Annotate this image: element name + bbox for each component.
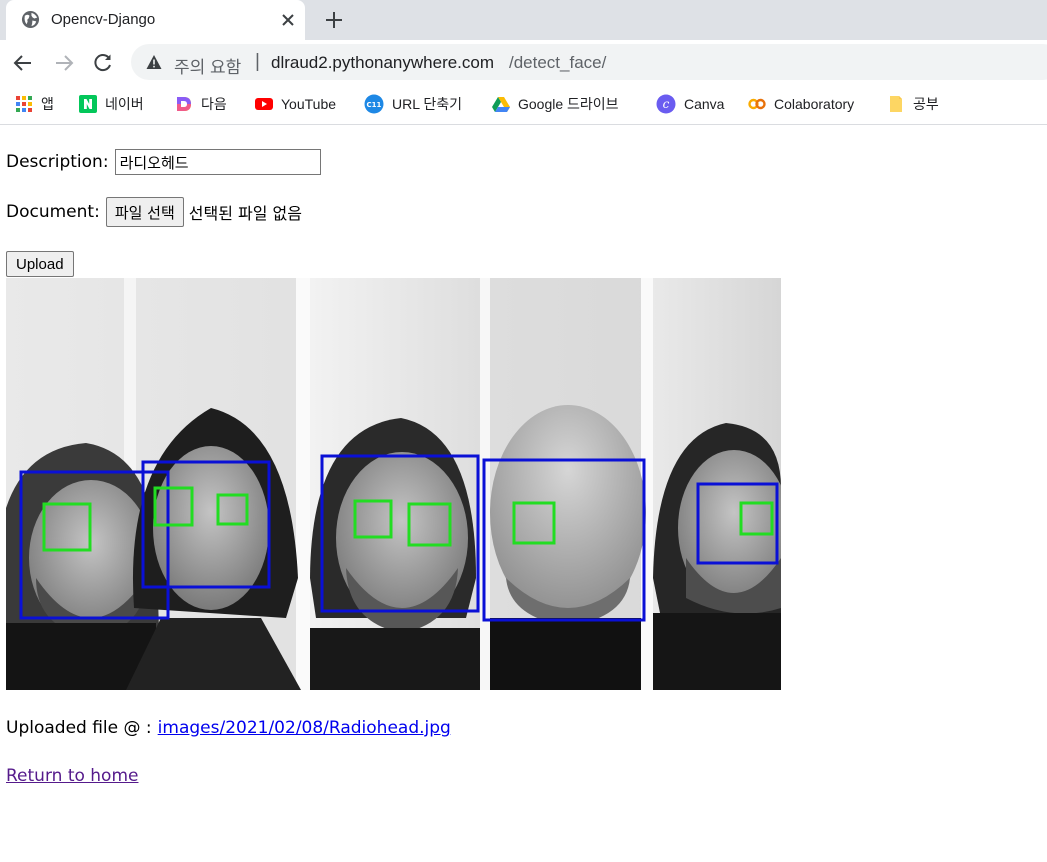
description-input[interactable] <box>114 149 321 175</box>
bookmark-label: YouTube <box>281 96 337 112</box>
bookmark-label: Google 드라이브 <box>518 96 619 112</box>
document-row: Document: 파일 선택 선택된 파일 없음 <box>6 197 302 227</box>
return-home-link[interactable]: Return to home <box>6 766 138 786</box>
daum-icon <box>177 97 191 111</box>
home-row: Return to home <box>6 766 138 786</box>
bookmark-folder-study[interactable]: 공부 <box>887 92 939 116</box>
svg-text:c: c <box>663 97 670 111</box>
bookmark-colaboratory[interactable]: Colaboratory <box>748 92 854 116</box>
bookmark-label: Colaboratory <box>774 96 855 112</box>
tab-title: Opencv-Django <box>51 11 156 28</box>
choose-file-button[interactable]: 파일 선택 <box>105 197 184 227</box>
url-separator: | <box>255 51 260 72</box>
url-host: dlraud2.pythonanywhere.com <box>271 53 495 72</box>
warning-icon[interactable] <box>146 54 162 70</box>
face-detection-image <box>6 278 781 690</box>
canva-icon: c <box>656 94 676 114</box>
bookmarks-bar: 앱 네이버 다음 YouTube C11 URL 단축기 Google 드라이브… <box>0 86 1047 125</box>
bookmark-daum[interactable]: 다음 <box>175 92 227 116</box>
upload-button[interactable]: Upload <box>6 251 74 277</box>
document-label: Document: <box>6 202 100 222</box>
bookmark-label: 앱 <box>41 96 54 112</box>
bookmark-label: URL 단축기 <box>392 96 463 112</box>
file-status-text: 선택된 파일 없음 <box>188 204 302 223</box>
description-label: Description: <box>6 152 109 172</box>
active-tab[interactable]: Opencv-Django <box>6 0 305 40</box>
youtube-icon <box>255 98 273 110</box>
url-shortener-icon: C11 <box>364 94 384 114</box>
reload-icon[interactable] <box>91 51 115 75</box>
folder-icon <box>890 96 902 112</box>
bookmark-google-drive[interactable]: Google 드라이브 <box>492 92 619 116</box>
bookmark-apps[interactable]: 앱 <box>15 92 54 116</box>
description-row: Description: <box>6 149 321 175</box>
colab-icon <box>748 98 766 110</box>
bookmark-label: 공부 <box>913 96 939 112</box>
bookmark-naver[interactable]: 네이버 <box>79 92 144 116</box>
close-icon[interactable] <box>278 10 298 30</box>
forward-icon[interactable] <box>52 51 76 75</box>
tab-strip: Opencv-Django <box>0 0 1047 40</box>
bookmark-label: Canva <box>684 96 725 112</box>
url-path: /detect_face/ <box>509 53 607 72</box>
back-icon[interactable] <box>11 51 35 75</box>
bookmark-canva[interactable]: c Canva <box>656 92 724 116</box>
uploaded-file-row: Uploaded file @ : images/2021/02/08/Radi… <box>6 718 451 738</box>
naver-icon <box>79 95 97 113</box>
uploaded-file-label: Uploaded file @ : <box>6 718 152 738</box>
toolbar: 주의 요함 | dlraud2.pythonanywhere.com /dete… <box>0 40 1047 86</box>
bookmark-url-shortener[interactable]: C11 URL 단축기 <box>364 92 462 116</box>
google-drive-icon <box>492 97 510 112</box>
apps-grid-icon <box>16 96 32 112</box>
svg-text:C11: C11 <box>367 101 382 109</box>
globe-icon <box>21 10 40 29</box>
uploaded-file-link[interactable]: images/2021/02/08/Radiohead.jpg <box>158 718 451 738</box>
bookmark-label: 다음 <box>201 96 227 112</box>
bookmark-label: 네이버 <box>105 96 144 112</box>
security-warning-text[interactable]: 주의 요함 <box>174 53 241 78</box>
address-bar[interactable]: 주의 요함 | dlraud2.pythonanywhere.com /dete… <box>131 44 1047 80</box>
page-content: Description: Document: 파일 선택 선택된 파일 없음 U… <box>0 126 1047 862</box>
new-tab-icon[interactable] <box>322 8 346 32</box>
bookmark-youtube[interactable]: YouTube <box>255 92 336 116</box>
